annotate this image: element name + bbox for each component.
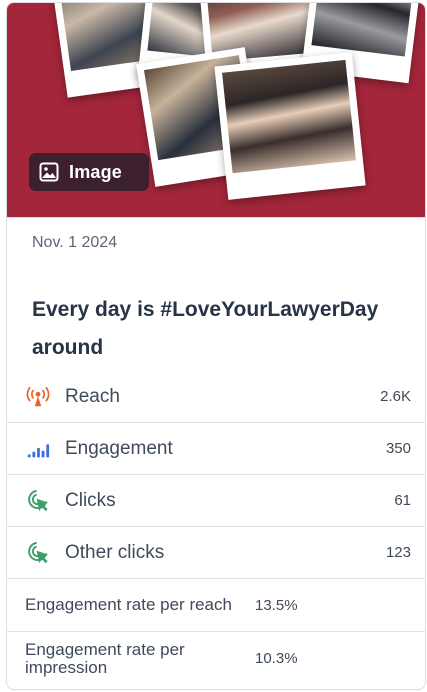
post-title[interactable]: Every day is #LoveYourLawyerDay around bbox=[32, 291, 417, 367]
metric-value: 10.3% bbox=[255, 650, 298, 667]
media-type-badge: Image bbox=[29, 153, 149, 191]
metric-value: 123 bbox=[385, 544, 411, 561]
metric-row-clicks: Clicks 61 bbox=[7, 475, 425, 527]
metric-row-other-clicks: Other clicks 123 bbox=[7, 527, 425, 579]
metric-value: 2.6K bbox=[380, 388, 411, 405]
metric-label: Reach bbox=[65, 385, 120, 407]
cursor-click-icon bbox=[25, 488, 51, 514]
metric-label: Engagement rate per impression bbox=[25, 639, 185, 677]
metric-label: Other clicks bbox=[65, 541, 165, 563]
metric-value: 61 bbox=[394, 492, 411, 509]
metric-row-engagement-rate-reach: Engagement rate per reach 13.5% bbox=[7, 579, 425, 632]
broadcast-tower-icon bbox=[25, 384, 51, 410]
media-type-label: Image bbox=[69, 161, 123, 182]
post-card[interactable]: Image Nov. 1 2024 Every day is #LoveYour… bbox=[6, 2, 426, 690]
metric-label: Clicks bbox=[65, 489, 116, 511]
bar-chart-icon bbox=[25, 436, 51, 462]
metric-value: 350 bbox=[385, 440, 411, 457]
metric-label: Engagement rate per reach bbox=[25, 595, 232, 614]
metric-row-engagement: Engagement 350 bbox=[7, 423, 425, 475]
cursor-click-icon bbox=[25, 540, 51, 566]
metric-label: Engagement bbox=[65, 437, 173, 459]
post-date: Nov. 1 2024 bbox=[32, 234, 118, 251]
polaroid-photo bbox=[214, 52, 366, 200]
image-icon bbox=[39, 162, 59, 182]
post-media[interactable]: Image bbox=[7, 3, 425, 217]
metric-row-reach: Reach 2.6K bbox=[7, 371, 425, 423]
divider bbox=[7, 217, 425, 218]
metric-row-engagement-rate-impression: Engagement rate per impression 10.3% bbox=[7, 632, 425, 685]
metric-value: 13.5% bbox=[255, 596, 298, 614]
metrics-list: Reach 2.6K Engagement 350 Clicks 61 Othe… bbox=[7, 371, 425, 685]
